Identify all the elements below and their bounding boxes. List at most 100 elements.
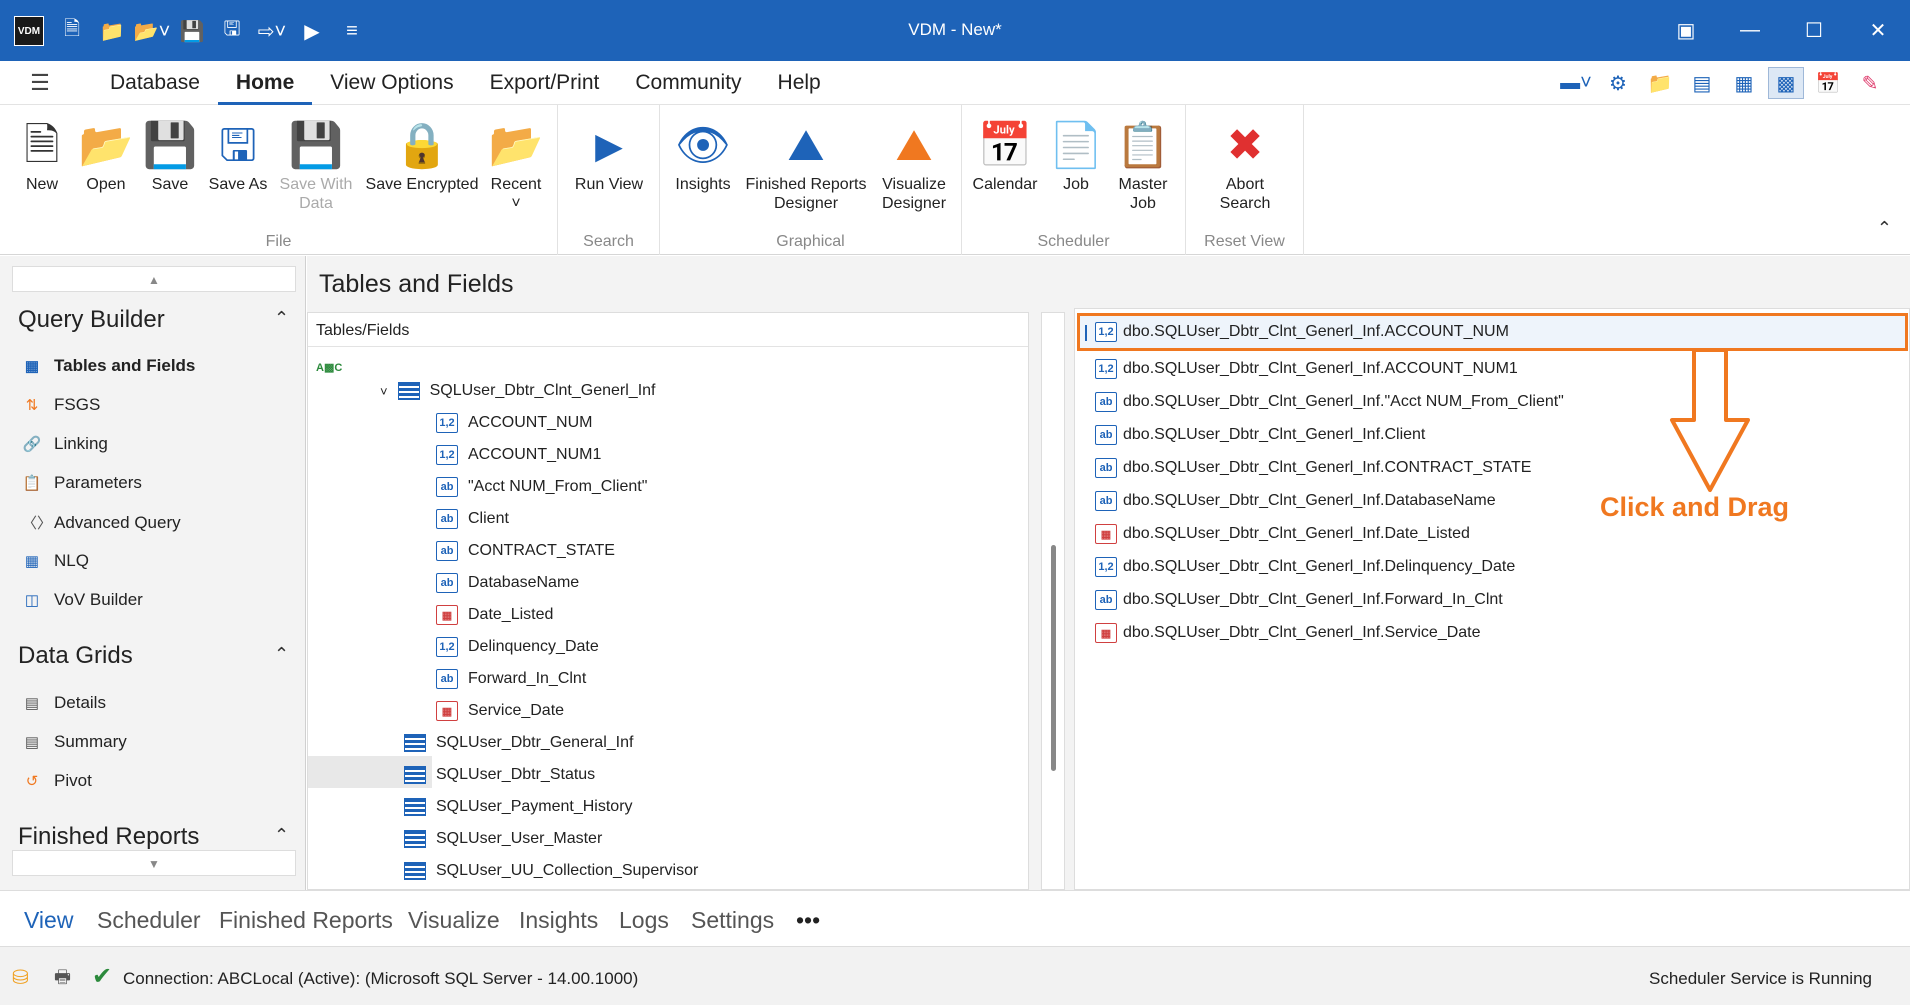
- nav-tables-and-fields[interactable]: ▦ Tables and Fields: [22, 356, 195, 376]
- file-menu-icon[interactable]: ☰: [20, 69, 60, 97]
- selected-field-row[interactable]: ab dbo.SQLUser_Dbtr_Clnt_Generl_Inf.Clien…: [1095, 421, 1425, 449]
- run-view-button[interactable]: ▶ Run View: [568, 115, 650, 194]
- tree-table-node[interactable]: SQLUser_Dbtr_General_Inf: [404, 727, 633, 759]
- selected-field-row[interactable]: ab dbo.SQLUser_Dbtr_Clnt_Generl_Inf.CONTR…: [1095, 454, 1531, 482]
- abort-search-button[interactable]: ✖ Abort Search: [1200, 115, 1290, 213]
- bottom-tab-scheduler[interactable]: Scheduler: [97, 907, 201, 934]
- nav-advanced-query[interactable]: 〈〉 Advanced Query: [22, 512, 181, 533]
- calendar-label: Calendar: [972, 176, 1038, 193]
- bottom-tab-logs[interactable]: Logs: [619, 907, 669, 934]
- tree-field-row[interactable]: ab DatabaseName: [436, 567, 579, 599]
- recent-button[interactable]: 📂 Recent ˅: [486, 115, 546, 213]
- bottom-tab-insights[interactable]: Insights: [519, 907, 598, 934]
- nav-linking[interactable]: 🔗 Linking: [22, 434, 108, 454]
- selected-field-name: dbo.SQLUser_Dbtr_Clnt_Generl_Inf."Acct N…: [1123, 393, 1564, 410]
- save-with-data-button[interactable]: 💾 Save With Data: [276, 115, 356, 213]
- collapse-chevron-icon[interactable]: ⌃: [274, 825, 289, 846]
- tree-field-row[interactable]: ab Forward_In_Clnt: [436, 663, 586, 695]
- tab-home[interactable]: Home: [217, 61, 313, 105]
- selected-field-row[interactable]: ab dbo.SQLUser_Dbtr_Clnt_Generl_Inf.Datab…: [1095, 487, 1496, 515]
- selected-field-row[interactable]: ab dbo.SQLUser_Dbtr_Clnt_Generl_Inf."Acct…: [1095, 388, 1564, 416]
- settings-file-icon[interactable]: ⚙: [1600, 67, 1636, 99]
- scroll-down-button[interactable]: ▼: [12, 850, 296, 876]
- bottom-tab-finished-reports[interactable]: Finished Reports: [219, 907, 393, 934]
- collapse-chevron-icon[interactable]: ⌃: [274, 644, 289, 665]
- collapse-ribbon-chevron-icon[interactable]: ⌃: [1877, 218, 1892, 239]
- minimize-button[interactable]: —: [1718, 0, 1782, 61]
- tree-table-node[interactable]: SQLUser_Dbtr_Status: [404, 759, 595, 791]
- selected-field-row[interactable]: ▦ dbo.SQLUser_Dbtr_Clnt_Generl_Inf.Date_L…: [1095, 520, 1470, 548]
- tab-help[interactable]: Help: [760, 61, 839, 105]
- tree-field-row[interactable]: 1,2 Delinquency_Date: [436, 631, 599, 663]
- tree-field-row[interactable]: ab CONTRACT_STATE: [436, 535, 615, 567]
- tab-community[interactable]: Community: [617, 61, 759, 105]
- nav-nlq[interactable]: ▦ NLQ: [22, 551, 89, 571]
- chevron-down-icon[interactable]: ˅: [380, 384, 388, 399]
- tab-view-options[interactable]: View Options: [312, 61, 471, 105]
- sort-abc-icon[interactable]: A▩C: [316, 361, 342, 374]
- numeric-field-icon: 1,2: [1095, 359, 1117, 379]
- nav-fsgs[interactable]: ⇅ FSGS: [22, 395, 101, 415]
- selected-field-row[interactable]: 1,2 dbo.SQLUser_Dbtr_Clnt_Generl_Inf.Deli…: [1095, 553, 1515, 581]
- tree-table-node[interactable]: ˅ SQLUser_Dbtr_Clnt_Generl_Inf: [380, 375, 655, 407]
- selected-field-name: dbo.SQLUser_Dbtr_Clnt_Generl_Inf.Client: [1123, 426, 1426, 443]
- selected-field-row[interactable]: ab dbo.SQLUser_Dbtr_Clnt_Generl_Inf.Forwa…: [1095, 586, 1503, 614]
- selected-field-row[interactable]: ▦ dbo.SQLUser_Dbtr_Clnt_Generl_Inf.Servic…: [1095, 619, 1481, 647]
- tree-field-row[interactable]: ▦ Date_Listed: [436, 599, 553, 631]
- bottom-tab-view[interactable]: View: [24, 907, 73, 934]
- tree-vertical-scrollbar[interactable]: [1041, 312, 1065, 890]
- tables-fields-tree: Tables/Fields A▩C ˅ SQLUser_Dbtr_Clnt_Gen…: [307, 312, 1029, 890]
- tree-field-row[interactable]: ▦ Service_Date: [436, 695, 564, 727]
- text-field-icon: ab: [436, 509, 458, 529]
- new-button[interactable]: 🗎 New: [14, 115, 70, 194]
- click-and-drag-annotation: Click and Drag: [1600, 492, 1790, 522]
- numeric-field-icon: 1,2: [436, 445, 458, 465]
- save-button[interactable]: 💾 Save: [142, 115, 198, 194]
- calendar-button[interactable]: 📅 Calendar: [968, 115, 1042, 194]
- bottom-tab-settings[interactable]: Settings: [691, 907, 774, 934]
- date-field-icon: ▦: [1095, 623, 1117, 643]
- close-button[interactable]: ✕: [1846, 0, 1910, 61]
- save-as-button[interactable]: 🖫 Save As: [204, 115, 272, 194]
- selected-field-row[interactable]: 1,2 dbo.SQLUser_Dbtr_Clnt_Generl_Inf.ACCO…: [1095, 355, 1518, 383]
- bottom-tab-visualize[interactable]: Visualize: [408, 907, 500, 934]
- maximize-button[interactable]: ☐: [1782, 0, 1846, 61]
- restore-panel-icon[interactable]: ▣: [1654, 0, 1718, 61]
- calendar-icon[interactable]: 📅: [1810, 67, 1846, 99]
- master-job-button[interactable]: 📋 Master Job: [1110, 115, 1176, 213]
- visualize-designer-button[interactable]: ⛰ Visualize Designer: [872, 115, 956, 213]
- table-icon: [397, 382, 420, 400]
- window-title: VDM - New*: [908, 20, 1002, 39]
- tree-table-node[interactable]: SQLUser_User_Master: [404, 823, 602, 855]
- nav-details[interactable]: ▤ Details: [22, 693, 106, 713]
- tree-table-node[interactable]: SQLUser_Payment_History: [404, 791, 633, 823]
- scroll-up-button[interactable]: ▲: [12, 266, 296, 292]
- save-encrypted-button[interactable]: 🔒 Save Encrypted: [362, 115, 482, 194]
- tree-field-row[interactable]: 1,2 ACCOUNT_NUM: [436, 407, 592, 439]
- nav-vov-builder[interactable]: ◫ VoV Builder: [22, 590, 143, 610]
- selected-field-row[interactable]: 1,2 dbo.SQLUser_Dbtr_Clnt_Generl_Inf.ACCO…: [1077, 313, 1908, 351]
- job-button[interactable]: 📄 Job: [1048, 115, 1104, 194]
- finished-reports-designer-button[interactable]: ⛰ Finished Reports Designer: [744, 115, 868, 213]
- tree-field-row[interactable]: 1,2 ACCOUNT_NUM1: [436, 439, 601, 471]
- open-button[interactable]: 📂 Open: [76, 115, 136, 194]
- layout-view-icon[interactable]: ▩: [1768, 67, 1804, 99]
- theme-color-icon[interactable]: ▬˅: [1558, 67, 1594, 99]
- tab-export-print[interactable]: Export/Print: [472, 61, 618, 105]
- insights-button[interactable]: 👁 Insights: [668, 115, 738, 194]
- eraser-icon[interactable]: ✎: [1852, 67, 1888, 99]
- grid-view-icon[interactable]: ▦: [1726, 67, 1762, 99]
- tree-table-node[interactable]: SQLUser_UU_Collection_Supervisor: [404, 855, 698, 887]
- scrollbar-thumb[interactable]: [1051, 545, 1056, 771]
- nav-summary[interactable]: ▤ Summary: [22, 732, 127, 752]
- list-view-icon[interactable]: ▤: [1684, 67, 1720, 99]
- vov-builder-icon: ◫: [24, 592, 40, 609]
- tree-field-row[interactable]: ab Client: [436, 503, 509, 535]
- tree-field-row[interactable]: ab "Acct NUM_From_Client": [436, 471, 647, 503]
- nav-pivot[interactable]: ↺ Pivot: [22, 771, 92, 791]
- collapse-chevron-icon[interactable]: ⌃: [274, 308, 289, 329]
- tab-database[interactable]: Database: [92, 61, 218, 105]
- folder-icon[interactable]: 📁: [1642, 67, 1678, 99]
- more-options-icon[interactable]: •••: [796, 907, 820, 934]
- nav-parameters[interactable]: 📋 Parameters: [22, 473, 142, 493]
